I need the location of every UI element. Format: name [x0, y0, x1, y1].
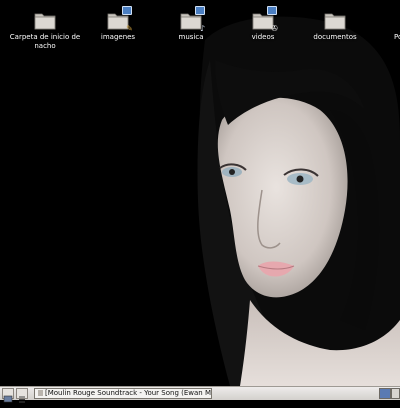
taskbar-window-button[interactable]: [Moulin Rouge Soundtrack - Your Song (Ew…	[34, 388, 212, 399]
workspace-2-button[interactable]	[391, 388, 400, 399]
show-desktop-button[interactable]	[2, 388, 14, 403]
desktop-icon-label: Carpeta de inicio de nacho	[9, 33, 81, 50]
desktop-wallpaper	[0, 0, 400, 386]
folder-icon	[324, 10, 346, 30]
paintbrush-emblem-icon: ✎	[126, 24, 133, 33]
applications-button[interactable]	[16, 388, 28, 403]
link-arrow-icon	[267, 6, 277, 15]
desktop-icon-label: musica	[178, 33, 204, 41]
app-icon	[38, 390, 43, 396]
desktop-icon-label: documentos	[313, 33, 357, 41]
music-note-emblem-icon: ♪	[199, 24, 206, 33]
desktop-icon-videos[interactable]: ✇ videos	[227, 6, 299, 42]
desktop-icon-musica[interactable]: ♪ musica	[155, 6, 227, 42]
desktop-icon-label: imagenes	[100, 33, 136, 41]
desktop-icon-imagenes[interactable]: ✎ imagenes	[82, 6, 154, 42]
link-arrow-icon	[195, 6, 205, 15]
folder-link-icon: ♪	[180, 6, 205, 33]
desktop-icon-partial[interactable]: Po	[374, 10, 400, 42]
link-arrow-icon	[122, 6, 132, 15]
taskbar-window-title: [Moulin Rouge Soundtrack - Your Song (Ew…	[45, 389, 211, 397]
folder-link-icon: ✇	[252, 6, 278, 33]
desktop-icon-home[interactable]: Carpeta de inicio de nacho	[9, 10, 81, 51]
taskbar: [Moulin Rouge Soundtrack - Your Song (Ew…	[0, 386, 400, 403]
desktop-icon-label: Po	[394, 33, 400, 41]
home-folder-icon	[34, 10, 56, 30]
workspace-1-button[interactable]	[379, 388, 391, 399]
desktop-icon-label: videos	[251, 33, 275, 41]
desktop-icon-documentos[interactable]: documentos	[299, 10, 371, 42]
film-reel-emblem-icon: ✇	[271, 24, 278, 33]
folder-link-icon: ✎	[107, 6, 133, 33]
